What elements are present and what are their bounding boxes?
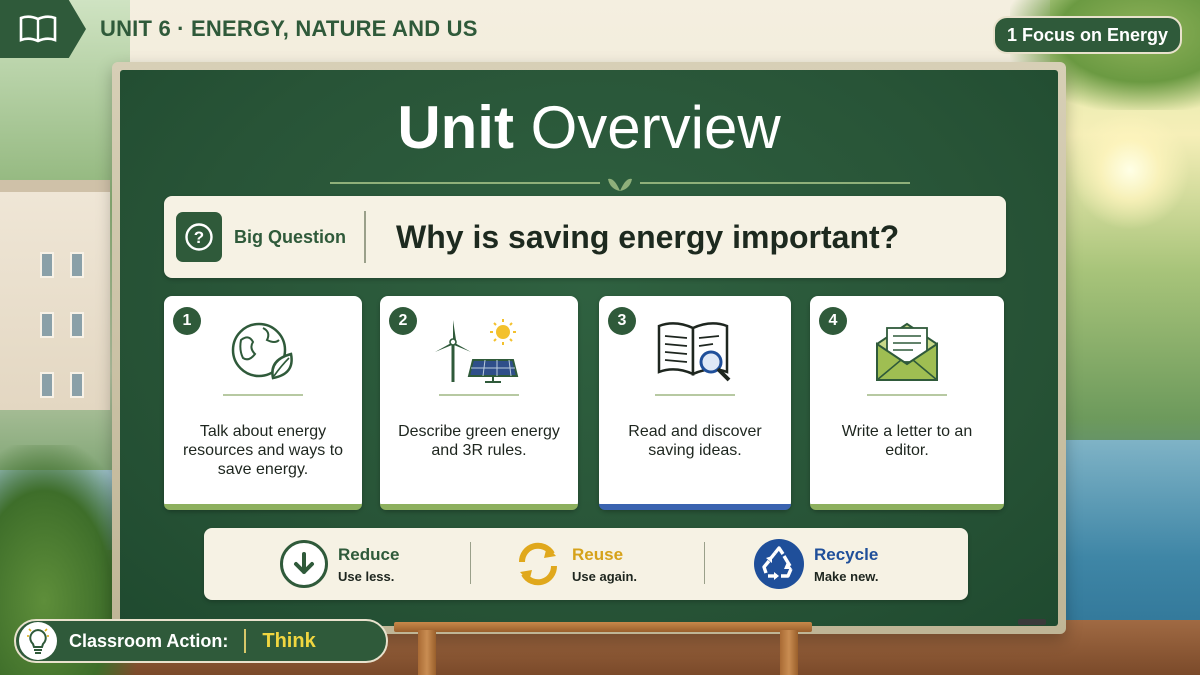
classroom-action-label: Classroom Action: — [69, 630, 229, 651]
easel-leg — [418, 630, 436, 675]
unit-header: UNIT 6 · ENERGY, NATURE AND US — [0, 0, 560, 58]
book-magnifier-icon — [655, 316, 735, 386]
goal-number: 3 — [608, 307, 636, 335]
recycle-icon — [754, 539, 804, 589]
unit-title: UNIT 6 · ENERGY, NATURE AND US — [100, 16, 478, 41]
reuse-subtitle: Use again. — [572, 568, 638, 584]
goal-card-3[interactable]: 3 Read and discover saving ideas. — [599, 296, 791, 510]
wind-solar-icon — [431, 316, 527, 386]
goal-card-2[interactable]: 2 Describe green energy and 3R rules. — [380, 296, 578, 510]
envelope-letter-icon — [871, 316, 943, 386]
separator — [244, 629, 247, 653]
separator — [470, 542, 471, 584]
sun-glow — [1070, 110, 1190, 230]
question-mark-icon: ? — [176, 212, 222, 262]
goal-number: 4 — [819, 307, 847, 335]
goal-text: Write a letter to an editor. — [841, 423, 973, 459]
chalkboard: Unit Overview ? Big Question Why is savi… — [120, 70, 1058, 626]
goal-number: 1 — [173, 307, 201, 335]
big-question-label: Big Question — [234, 226, 346, 247]
separator — [704, 542, 705, 584]
goal-card-1[interactable]: 1 Talk about energy resources and ways t… — [164, 296, 362, 510]
goal-text: Describe green energy and 3R rules. — [398, 423, 560, 459]
goal-number: 2 — [389, 307, 417, 335]
background-building — [0, 180, 110, 410]
title-light: Overview — [530, 94, 781, 161]
focus-label[interactable]: 1 Focus on Energy — [992, 16, 1182, 54]
reduce-item[interactable]: Reduce Use less. — [280, 528, 399, 600]
separator — [364, 211, 366, 263]
recycle-subtitle: Make new. — [814, 568, 879, 584]
goal-accent-bar — [599, 504, 791, 510]
three-r-bar: Reduce Use less. Reuse Use again. Recycl… — [204, 528, 968, 600]
reduce-subtitle: Use less. — [338, 568, 395, 584]
lightbulb-icon — [19, 622, 57, 660]
goal-accent-bar — [810, 504, 1004, 510]
big-question-text: Why is saving energy important? — [396, 218, 900, 255]
reduce-title: Reduce — [338, 544, 400, 564]
title-bold: Unit — [397, 94, 514, 161]
goal-card-4[interactable]: 4 Write a letter to an editor. — [810, 296, 1004, 510]
big-question-card: ? Big Question Why is saving energy impo… — [164, 196, 1006, 278]
chalk-piece — [1018, 619, 1046, 625]
goal-accent-bar — [164, 504, 362, 510]
goal-divider — [439, 394, 519, 396]
easel-leg — [780, 630, 798, 675]
circular-arrows-icon — [514, 540, 562, 588]
sprout-icon — [600, 173, 640, 193]
book-icon — [0, 0, 86, 58]
goal-accent-bar — [380, 504, 578, 510]
recycle-title: Recycle — [814, 544, 879, 564]
goal-divider — [223, 394, 303, 396]
reuse-title: Reuse — [572, 544, 624, 564]
easel-rail — [394, 622, 812, 632]
title-divider — [330, 178, 910, 191]
classroom-action-pill[interactable]: Classroom Action: Think — [14, 619, 388, 663]
down-arrow-icon — [280, 540, 328, 588]
svg-text:?: ? — [194, 228, 204, 247]
board-title: Unit Overview — [120, 98, 1058, 158]
goal-divider — [867, 394, 947, 396]
recycle-item[interactable]: Recycle Make new. — [754, 528, 879, 600]
goal-text: Read and discover saving ideas. — [628, 423, 762, 459]
goal-divider — [655, 394, 735, 396]
goal-text: Talk about energy resources and ways to … — [182, 423, 344, 478]
reuse-item[interactable]: Reuse Use again. — [514, 528, 637, 600]
classroom-action-value: Think — [262, 629, 316, 652]
chalkboard-frame: Unit Overview ? Big Question Why is savi… — [112, 62, 1066, 634]
globe-leaf-icon — [227, 316, 299, 386]
